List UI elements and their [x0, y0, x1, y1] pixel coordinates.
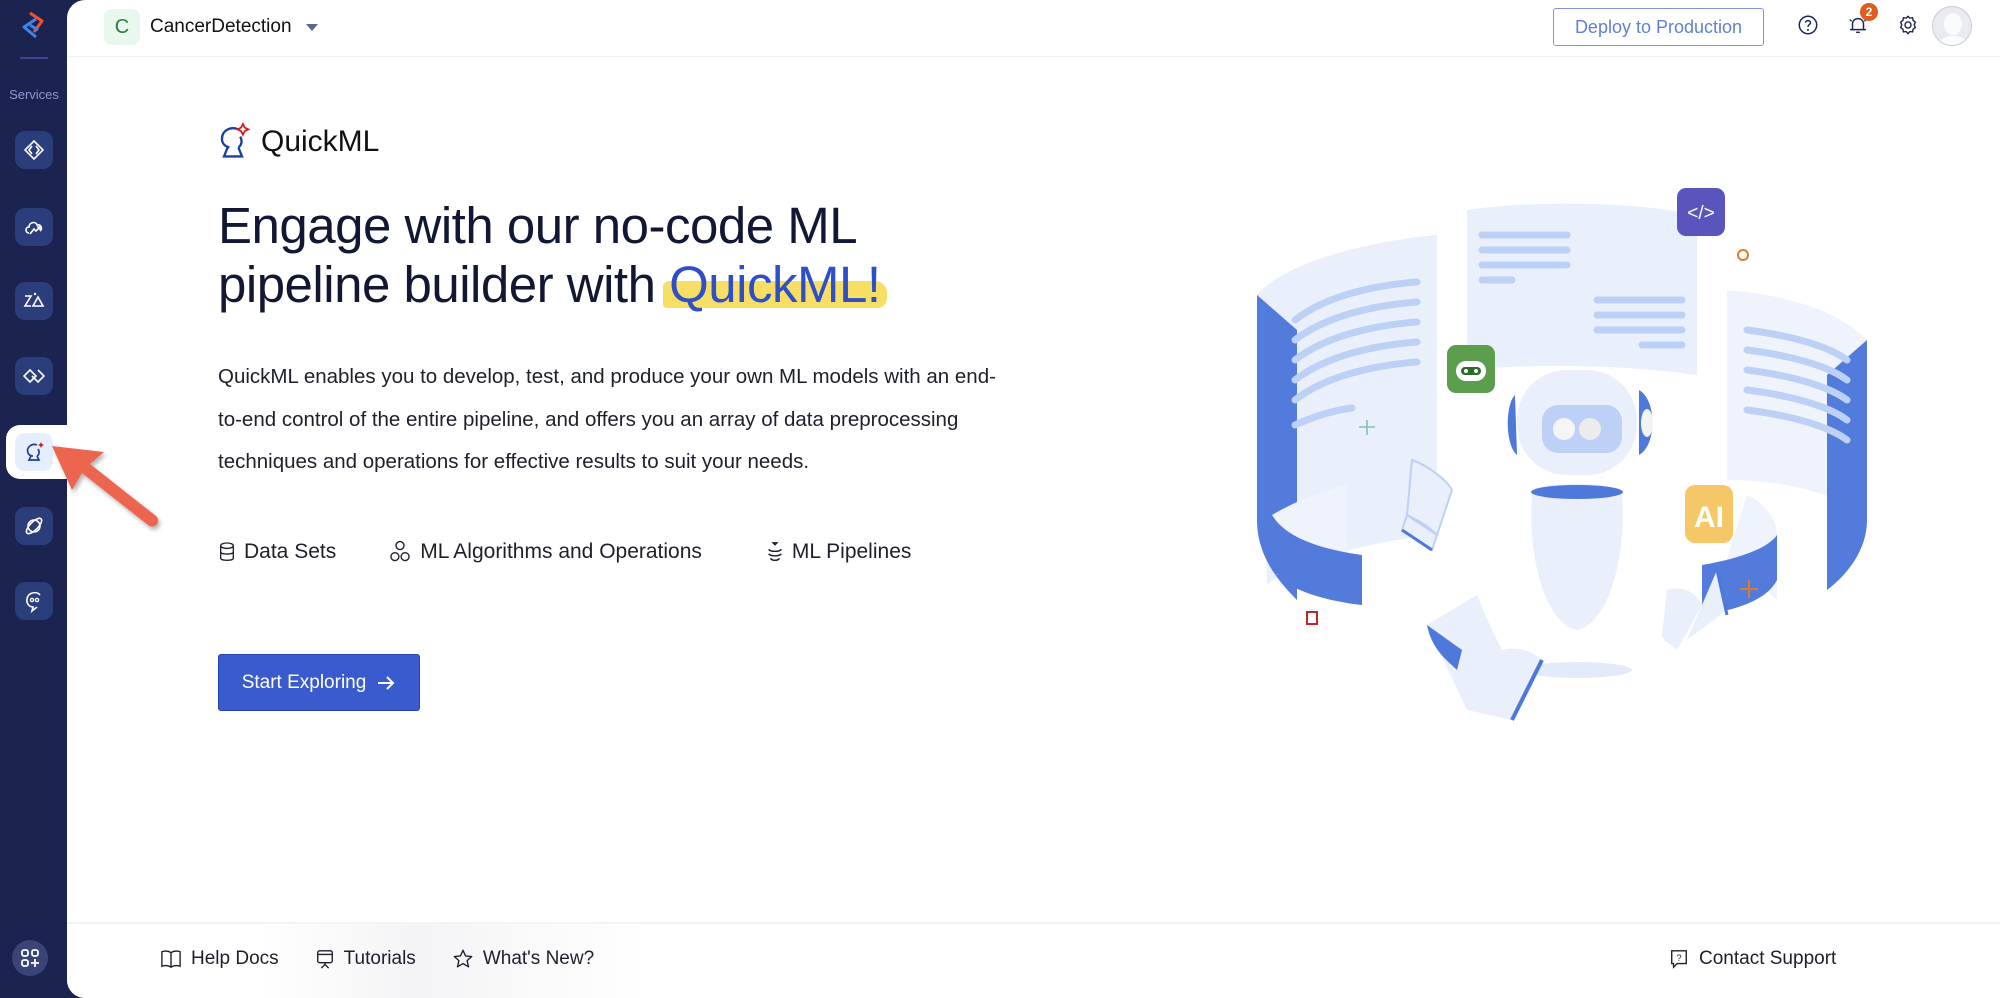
tutorials-label: Tutorials [343, 948, 416, 969]
start-exploring-button[interactable]: Start Exploring [218, 654, 420, 711]
sidebar-divider [20, 57, 48, 59]
feature-ml-pipelines[interactable]: ML Pipelines [766, 540, 911, 564]
page-headline: Engage with our no-code ML pipeline buil… [218, 196, 887, 314]
sparkle-circle [1737, 249, 1749, 261]
cloud-icon [25, 221, 43, 235]
quickml-logo-icon [220, 122, 251, 158]
chatbot-icon [26, 591, 41, 613]
sidebar-item-integrations[interactable] [15, 357, 53, 395]
footer-links: Help Docs Tutorials What's New? [160, 948, 594, 970]
top-bar: C CancerDetection Deploy to Production 2 [67, 0, 2000, 57]
quickml-icon [26, 442, 44, 461]
description: QuickML enables you to develop, test, an… [218, 365, 996, 473]
robot-figure [1507, 370, 1653, 678]
ai-badge: AI [1685, 485, 1733, 543]
feature-label: ML Pipelines [791, 540, 912, 563]
code-badge: </> [1677, 188, 1725, 236]
presentation-icon [316, 950, 333, 969]
user-silhouette-icon [1938, 13, 1968, 45]
bot-badge [1447, 345, 1495, 393]
sidebar-item-quickml[interactable] [15, 433, 53, 471]
planet-icon [25, 517, 43, 535]
contact-support-label: Contact Support [1699, 948, 1837, 969]
help-circle-icon [1798, 15, 1818, 35]
tutorials-link[interactable]: Tutorials [315, 948, 416, 970]
project-selector[interactable]: C CancerDetection [104, 9, 318, 45]
sidebar-item-cloud-scale[interactable] [15, 208, 53, 246]
ai-badge-text: AI [1694, 501, 1724, 534]
start-exploring-label: Start Exploring [241, 671, 367, 693]
sidebar-item-smartbrowz[interactable] [15, 507, 53, 545]
contact-support-link[interactable]: ? Contact Support [1669, 948, 1836, 970]
features-list: Data Sets ML Algorithms and Operations M… [218, 540, 911, 564]
headline-line-1: Engage with our no-code ML [218, 197, 858, 254]
zia-icon [23, 292, 45, 307]
deploy-to-production-button[interactable]: Deploy to Production [1553, 8, 1764, 46]
chevron-down-icon [305, 23, 318, 31]
project-initial: C [104, 9, 140, 45]
sidebar-item-functions[interactable] [15, 131, 53, 169]
book-icon [161, 950, 181, 969]
sidebar: Services [0, 0, 70, 998]
quickml-brand: QuickML [215, 122, 379, 162]
apps-add-button[interactable] [12, 940, 48, 976]
whats-new-link[interactable]: What's New? [452, 948, 594, 970]
footer: Help Docs Tutorials What's New? ? Contac… [67, 922, 2000, 998]
diamond-link-icon [22, 368, 46, 384]
apps-add-icon [21, 949, 39, 967]
whats-new-label: What's New? [482, 948, 595, 969]
project-name: CancerDetection [150, 16, 292, 37]
sidebar-item-conversational-ai[interactable] [15, 582, 53, 620]
hexagons-icon [390, 540, 410, 562]
arrow-right-icon [378, 675, 395, 690]
main-content: C CancerDetection Deploy to Production 2… [67, 0, 2000, 998]
feature-label: Data Sets [244, 540, 337, 563]
pipeline-icon [768, 542, 782, 562]
svg-text:?: ? [1676, 953, 1681, 963]
help-button[interactable] [1795, 12, 1821, 38]
notifications-button[interactable]: 2 [1845, 3, 1878, 38]
catalyst-logo-icon[interactable] [16, 10, 50, 44]
code-badge-text: </> [1687, 203, 1714, 224]
support-chat-icon: ? [1671, 950, 1687, 969]
gear-icon [1899, 15, 1917, 35]
code-brackets-icon [23, 139, 45, 161]
top-page-panel [1467, 203, 1697, 375]
brand-name: QuickML [261, 125, 380, 158]
feature-ml-algorithms[interactable]: ML Algorithms and Operations [388, 540, 702, 564]
headline-line-2: pipeline builder with [218, 256, 670, 313]
feature-data-sets[interactable]: Data Sets [218, 540, 336, 564]
help-docs-label: Help Docs [191, 948, 279, 969]
book-open-right [1662, 569, 1729, 650]
help-docs-link[interactable]: Help Docs [160, 948, 279, 970]
notification-badge: 2 [1860, 3, 1878, 21]
robot-illustration: </> AI [1257, 188, 1867, 721]
services-label: Services [9, 87, 59, 102]
settings-button[interactable] [1895, 12, 1921, 38]
sparkle-square [1306, 611, 1318, 625]
database-icon [220, 542, 234, 561]
sidebar-item-zia-services[interactable] [15, 282, 53, 320]
star-icon [453, 949, 473, 968]
feature-label: ML Algorithms and Operations [420, 540, 702, 563]
user-avatar[interactable] [1932, 6, 1972, 46]
book-open-bottom [1427, 595, 1544, 721]
headline-highlight: QuickML! [663, 256, 887, 313]
